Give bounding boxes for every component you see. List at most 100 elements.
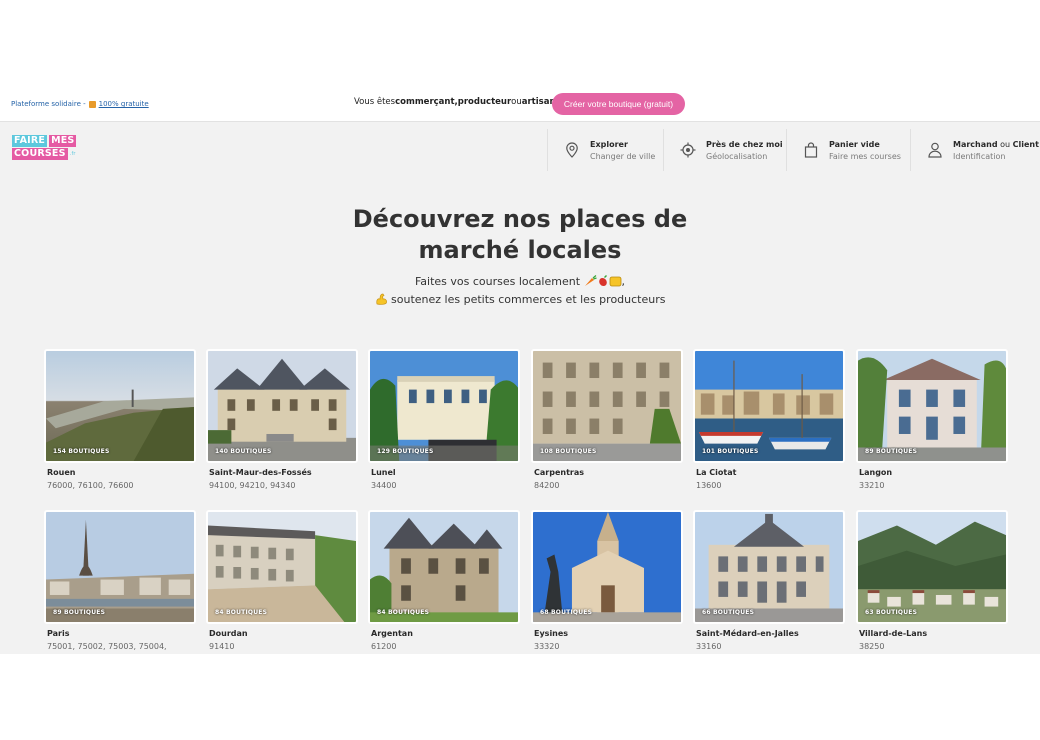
nav-account-or: ou — [997, 139, 1013, 149]
city-postcodes: 33320 — [534, 642, 560, 651]
city-name: Dourdan — [209, 629, 248, 638]
logo-tld: .fr — [69, 151, 76, 157]
logo-word-mes: MES — [49, 135, 77, 147]
city-card-la-ciotat[interactable]: 101 BOUTIQUES La Ciotat 13600 — [693, 349, 845, 490]
nav-account-subtitle: Identification — [953, 151, 1006, 161]
shop-count-badge: 108 BOUTIQUES — [540, 448, 597, 455]
city-photo: 129 BOUTIQUES — [368, 349, 520, 463]
nav-account[interactable]: Marchand ou Client Identification — [910, 129, 1040, 171]
city-photo: 108 BOUTIQUES — [531, 349, 683, 463]
city-card-saint-medard-en-jalles[interactable]: 66 BOUTIQUES Saint-Médard-en-Jalles 3316… — [693, 510, 845, 651]
nav-cart-title: Panier vide — [829, 139, 880, 149]
city-card-villard-de-lans[interactable]: 63 BOUTIQUES Villard-de-Lans 38250 — [856, 510, 1008, 651]
hero-sub-comma: , — [621, 275, 626, 288]
nav-cart-subtitle: Faire mes courses — [829, 151, 901, 161]
city-card-langon[interactable]: 89 BOUTIQUES Langon 33210 — [856, 349, 1008, 490]
merchant-question: Vous êtes commerçant , producteur ou art… — [354, 97, 560, 107]
shop-count-badge: 68 BOUTIQUES — [540, 609, 593, 616]
city-name: Lunel — [371, 468, 396, 477]
hero-subtitle: Faites vos courses localement , soutenez… — [0, 274, 1040, 310]
solidarity-notice: Plateforme solidaire - 100% gratuite — [11, 100, 149, 108]
city-photo: 63 BOUTIQUES — [856, 510, 1008, 624]
city-postcodes: 84200 — [534, 481, 560, 490]
city-name: Langon — [859, 468, 893, 477]
city-name: Saint-Médard-en-Jalles — [696, 629, 799, 638]
city-name: Rouen — [47, 468, 76, 477]
hero-title-line1: Découvrez nos places de — [352, 205, 688, 233]
question-prefix: Vous êtes — [354, 97, 396, 107]
city-name: Eysines — [534, 629, 569, 638]
city-name: Carpentras — [534, 468, 584, 477]
crosshair-icon — [680, 142, 696, 158]
carrot-icon — [584, 275, 597, 292]
nav-explorer[interactable]: Explorer Changer de ville — [547, 129, 663, 171]
site-logo[interactable]: FAIRE MES COURSES .fr — [12, 135, 82, 163]
cheese-icon — [609, 275, 622, 292]
city-postcodes: 33210 — [859, 481, 885, 490]
city-photo: 101 BOUTIQUES — [693, 349, 845, 463]
question-merchant: commerçant — [395, 97, 455, 107]
city-card-lunel[interactable]: 129 BOUTIQUES Lunel 34400 — [368, 349, 520, 490]
city-photo: 66 BOUTIQUES — [693, 510, 845, 624]
hero-sub-line2: soutenez les petits commerces et les pro… — [391, 293, 666, 306]
city-name: Saint-Maur-des-Fossés — [209, 468, 312, 477]
nav-nearby[interactable]: Près de chez moi Géolocalisation — [663, 129, 786, 171]
nav-explorer-subtitle: Changer de ville — [590, 151, 656, 161]
shop-count-badge: 89 BOUTIQUES — [865, 448, 918, 455]
create-shop-button[interactable]: Créer votre boutique (gratuit) — [552, 93, 685, 115]
city-name: Villard-de-Lans — [859, 629, 928, 638]
logo-word-courses: COURSES — [12, 148, 68, 160]
shop-count-badge: 154 BOUTIQUES — [53, 448, 110, 455]
city-name: Paris — [47, 629, 70, 638]
city-photo: 140 BOUTIQUES — [206, 349, 358, 463]
user-icon — [927, 142, 943, 158]
free-link[interactable]: 100% gratuite — [99, 100, 149, 108]
city-postcodes: 76000, 76100, 76600 — [47, 481, 134, 490]
city-photo: 68 BOUTIQUES — [531, 510, 683, 624]
hero-title: Découvrez nos places de marché locales — [0, 204, 1040, 266]
map-pin-icon — [564, 142, 580, 158]
main-content: FAIRE MES COURSES .fr Explorer Changer d… — [0, 122, 1040, 654]
city-postcodes: 13600 — [696, 481, 722, 490]
city-card-dourdan[interactable]: 84 BOUTIQUES Dourdan 91410 — [206, 510, 358, 651]
nav-nearby-title: Près de chez moi — [706, 139, 783, 149]
city-photo: 84 BOUTIQUES — [368, 510, 520, 624]
city-postcodes: 94100, 94210, 94340 — [209, 481, 296, 490]
nav-explorer-title: Explorer — [590, 139, 628, 149]
city-photo: 89 BOUTIQUES — [856, 349, 1008, 463]
gift-icon — [88, 100, 96, 108]
solidarity-text: Plateforme solidaire - — [11, 100, 86, 108]
city-card-argentan[interactable]: 84 BOUTIQUES Argentan 61200 — [368, 510, 520, 651]
shop-count-badge: 89 BOUTIQUES — [53, 609, 106, 616]
hero-sub-line1: Faites vos courses localement — [414, 275, 581, 288]
city-card-carpentras[interactable]: 108 BOUTIQUES Carpentras 84200 — [531, 349, 683, 490]
city-card-paris[interactable]: 89 BOUTIQUES Paris 75001, 75002, 75003, … — [44, 510, 196, 651]
shop-count-badge: 66 BOUTIQUES — [702, 609, 755, 616]
city-postcodes: 38250 — [859, 642, 885, 651]
city-photo: 84 BOUTIQUES — [206, 510, 358, 624]
city-name: Argentan — [371, 629, 413, 638]
pepper-icon — [597, 275, 609, 292]
city-card-rouen[interactable]: 154 BOUTIQUES Rouen 76000, 76100, 76600 — [44, 349, 196, 490]
shop-count-badge: 63 BOUTIQUES — [865, 609, 918, 616]
shop-count-badge: 84 BOUTIQUES — [377, 609, 430, 616]
shop-count-badge: 84 BOUTIQUES — [215, 609, 268, 616]
nav-account-merchant: Marchand — [953, 139, 998, 149]
question-sep2: ou — [511, 97, 522, 107]
flexed-arm-icon — [375, 293, 388, 310]
shop-count-badge: 140 BOUTIQUES — [215, 448, 272, 455]
nav-account-client: Client — [1012, 139, 1039, 149]
city-photo: 89 BOUTIQUES — [44, 510, 196, 624]
shop-count-badge: 101 BOUTIQUES — [702, 448, 759, 455]
nav-account-title: Marchand ou Client — [953, 140, 1039, 149]
city-card-saint-maur-des-fosses[interactable]: 140 BOUTIQUES Saint-Maur-des-Fossés 9410… — [206, 349, 358, 490]
shopping-bag-icon — [803, 142, 819, 158]
logo-word-faire: FAIRE — [12, 135, 48, 147]
city-postcodes: 33160 — [696, 642, 722, 651]
city-postcodes: 91410 — [209, 642, 235, 651]
city-card-eysines[interactable]: 68 BOUTIQUES Eysines 33320 — [531, 510, 683, 651]
shop-count-badge: 129 BOUTIQUES — [377, 448, 434, 455]
page: Plateforme solidaire - 100% gratuite Vou… — [0, 0, 1040, 740]
question-artisan: artisan — [521, 97, 556, 107]
nav-cart[interactable]: Panier vide Faire mes courses — [786, 129, 910, 171]
